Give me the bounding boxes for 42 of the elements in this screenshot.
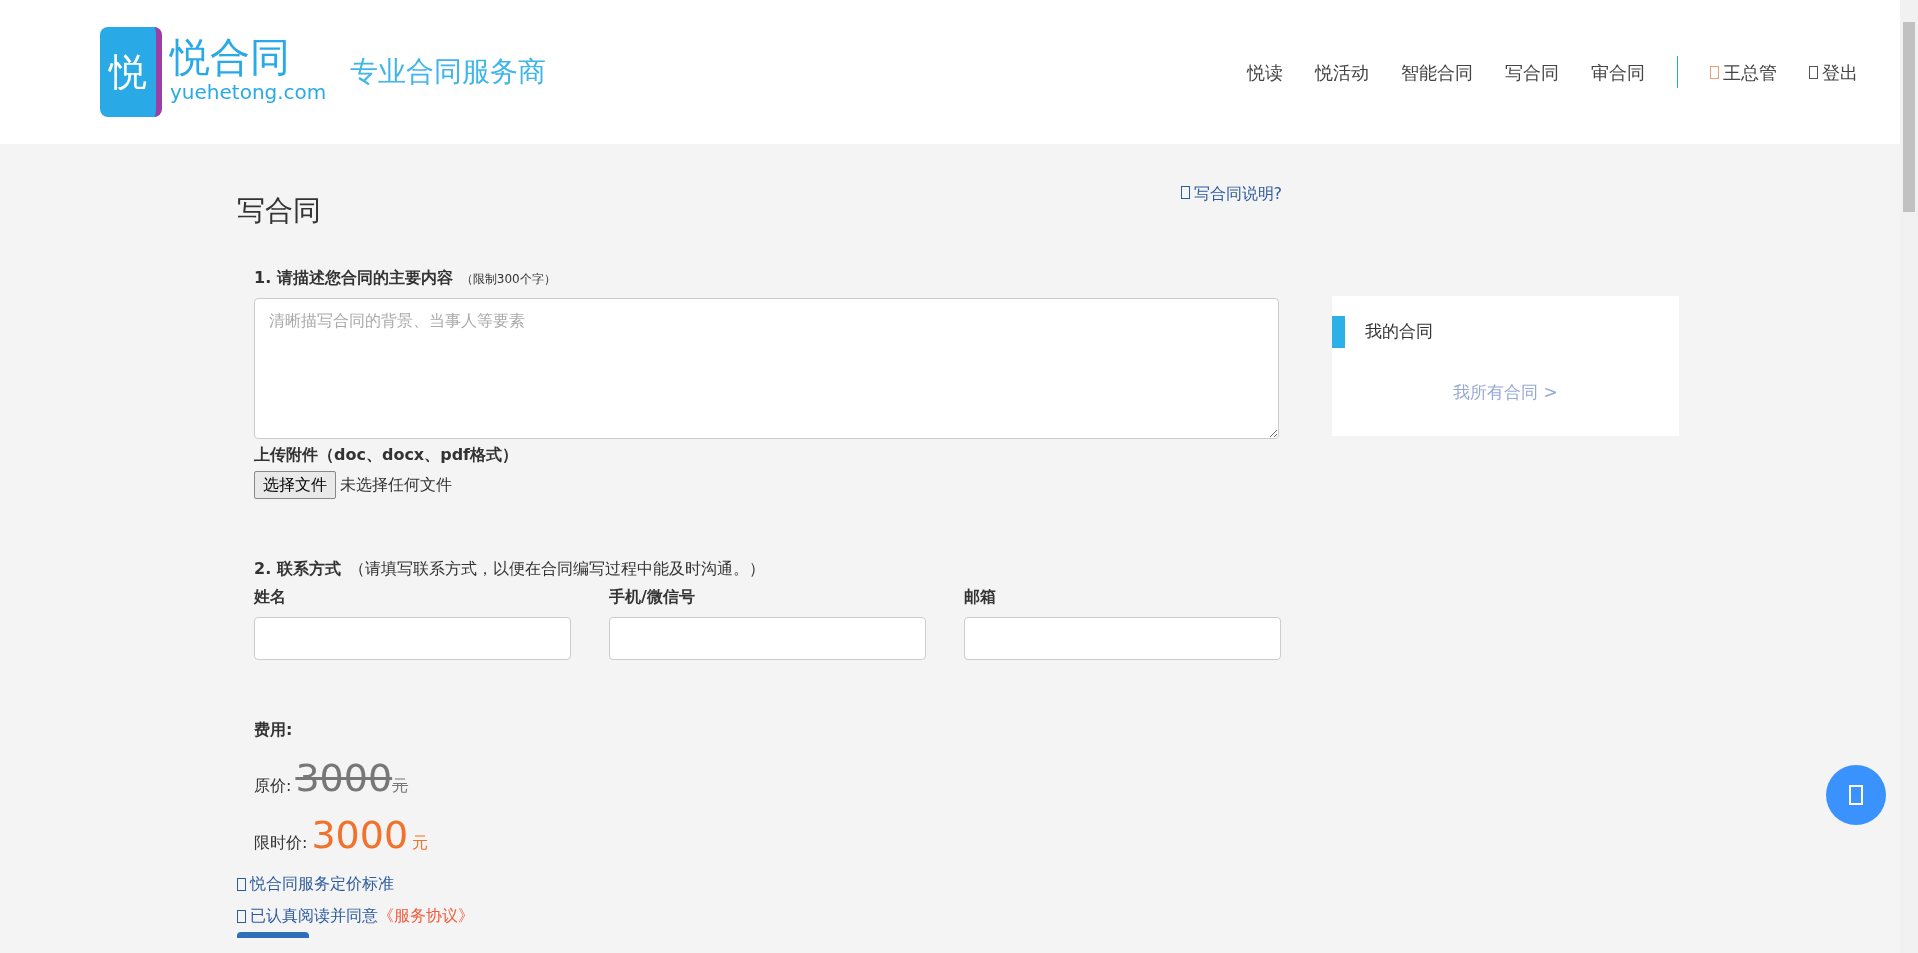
file-status: 未选择任何文件	[340, 474, 452, 496]
page-title: 写合同	[237, 193, 321, 229]
input-field[interactable]	[609, 617, 926, 660]
content-label: 1. 请描述您合同的主要内容	[254, 267, 453, 289]
choose-file-button[interactable]: 选择文件	[254, 471, 336, 499]
nav-link[interactable]: 智能合同	[1401, 58, 1473, 86]
nav-link[interactable]: 悦读	[1247, 58, 1283, 86]
content-textarea[interactable]: 清晰描写合同的背景、当事人等要素	[254, 298, 1279, 439]
sale-unit: 元	[412, 832, 429, 854]
accent-bar	[1332, 316, 1345, 348]
sale-price-label: 限时价:	[254, 832, 308, 854]
checkbox-icon	[237, 909, 246, 923]
nav-link[interactable]: 审合同	[1591, 58, 1645, 86]
field-label: 手机/微信号	[609, 586, 696, 608]
tagline: 专业合同服务商	[350, 54, 547, 90]
attachment-label: 上传附件（doc、docx、pdf格式）	[254, 444, 520, 466]
chat-button[interactable]	[1826, 765, 1886, 825]
sidebar-title: 我的合同	[1365, 320, 1433, 344]
contact-label: 2. 联系方式	[254, 558, 341, 580]
nav-link[interactable]: 悦活动	[1315, 58, 1369, 86]
nav-link[interactable]: 写合同	[1505, 58, 1559, 86]
original-unit: 元	[392, 775, 409, 797]
pricing-link[interactable]: 悦合同服务定价标准	[250, 872, 394, 896]
field-label: 姓名	[254, 586, 287, 608]
logo-name: 悦合同	[170, 37, 291, 77]
logo-tile-icon: 悦	[100, 27, 162, 117]
fee-label: 费用:	[254, 719, 294, 741]
input-field[interactable]	[254, 617, 571, 660]
agreement-text: 已认真阅读并同意《服务协议》	[250, 905, 474, 927]
sale-price: 3000	[311, 812, 409, 859]
user-link[interactable]: 王总管	[1710, 58, 1777, 86]
contact-note: （请填写联系方式，以便在合同编写过程中能及时沟通。）	[348, 558, 765, 580]
original-price: 3000	[295, 755, 393, 802]
limit-note: （限制300个字）	[460, 271, 556, 288]
logo-domain: yuehetong.com	[170, 79, 327, 106]
original-price-label: 原价:	[254, 775, 292, 797]
submit-button[interactable]	[237, 932, 309, 938]
field-label: 邮箱	[964, 586, 997, 608]
missing-glyph-icon	[237, 877, 246, 891]
help-link[interactable]: 写合同说明?	[1180, 182, 1282, 232]
input-field[interactable]	[964, 617, 1281, 660]
logout-link[interactable]: 登出	[1809, 58, 1858, 86]
